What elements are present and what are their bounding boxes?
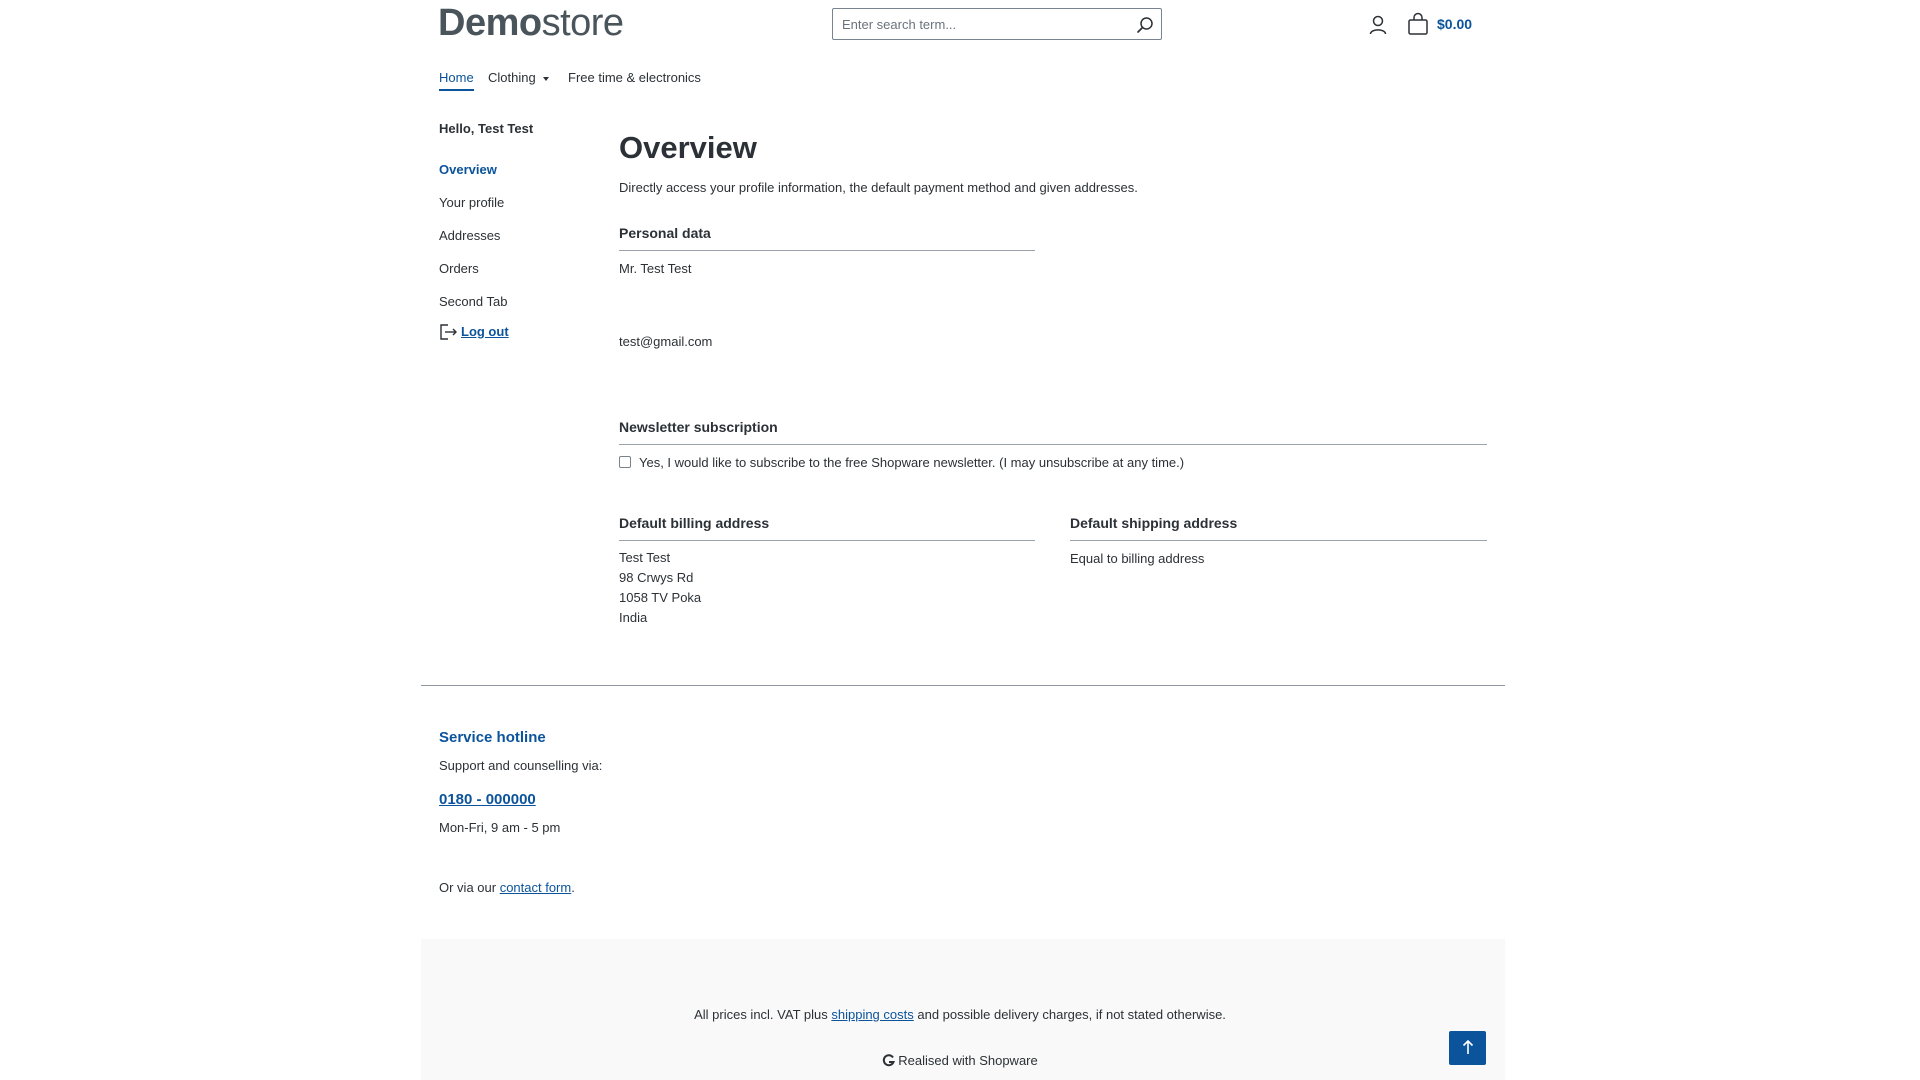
page-description: Directly access your profile information… — [619, 180, 1138, 195]
account-greeting: Hello, Test Test — [439, 121, 534, 136]
page-title: Overview — [619, 130, 757, 165]
newsletter-heading: Newsletter subscription — [619, 419, 1487, 445]
search-box — [832, 8, 1162, 40]
search-input[interactable] — [833, 9, 1122, 39]
cart-icon[interactable] — [1407, 12, 1429, 36]
account-icon[interactable] — [1368, 14, 1388, 36]
billing-address-heading: Default billing address — [619, 515, 1035, 541]
billing-address: Test Test 98 Crwys Rd 1058 TV Poka India — [619, 548, 701, 628]
footer-divider — [421, 685, 1505, 686]
sidebar-item-orders[interactable]: Orders — [439, 261, 479, 276]
logo-bold-text: Demo — [438, 2, 542, 44]
support-text: Support and counselling via: — [439, 758, 603, 773]
nav-clothing-label: Clothing — [488, 70, 536, 85]
vat-suffix: and possible delivery charges, if not st… — [913, 1007, 1226, 1022]
shipping-costs-link[interactable]: shipping costs — [831, 1007, 913, 1022]
nav-clothing[interactable]: Clothing — [488, 70, 549, 85]
contact-prefix: Or via our — [439, 880, 500, 895]
sidebar-item-profile[interactable]: Your profile — [439, 195, 504, 210]
personal-email: test@gmail.com — [619, 334, 713, 349]
shipping-address-text: Equal to billing address — [1070, 551, 1205, 566]
shipping-address-heading: Default shipping address — [1070, 515, 1487, 541]
nav-home[interactable]: Home — [439, 70, 474, 91]
cart-total[interactable]: $0.00 — [1437, 16, 1472, 32]
billing-address-line: India — [619, 610, 648, 625]
search-icon[interactable] — [1135, 15, 1155, 35]
newsletter-checkbox-label[interactable]: Yes, I would like to subscribe to the fr… — [639, 455, 1184, 470]
billing-address-line: 1058 TV Poka — [619, 590, 702, 605]
service-hotline-title: Service hotline — [439, 729, 546, 746]
contact-form-link[interactable]: contact form — [500, 880, 572, 895]
contact-suffix: . — [571, 880, 575, 895]
realised-text: Realised with Shopware — [898, 1053, 1038, 1068]
logout-link[interactable]: Log out — [461, 324, 509, 339]
logo-light-text: store — [541, 2, 624, 44]
personal-name: Mr. Test Test — [619, 261, 692, 276]
logout-icon[interactable] — [439, 323, 459, 341]
nav-free-time-electronics[interactable]: Free time & electronics — [568, 70, 701, 85]
sidebar-item-addresses[interactable]: Addresses — [439, 228, 500, 243]
newsletter-checkbox[interactable] — [619, 456, 631, 468]
sidebar-item-second-tab[interactable]: Second Tab — [439, 294, 507, 309]
chevron-down-icon — [542, 76, 549, 81]
arrow-up-icon — [1461, 1039, 1475, 1058]
hotline-hours: Mon-Fri, 9 am - 5 pm — [439, 820, 561, 835]
vat-notice: All prices incl. VAT plus shipping costs… — [0, 1007, 1920, 1022]
store-logo[interactable]: Demostore — [438, 2, 624, 45]
realised-with[interactable]: Realised with Shopware — [0, 1053, 1920, 1070]
shopware-icon — [882, 1053, 896, 1070]
vat-prefix: All prices incl. VAT plus — [694, 1007, 832, 1022]
personal-data-heading: Personal data — [619, 225, 1035, 251]
billing-address-line: Test Test — [619, 550, 671, 565]
scroll-to-top-button[interactable] — [1449, 1031, 1486, 1065]
billing-address-line: 98 Crwys Rd — [619, 570, 694, 585]
sidebar-item-overview[interactable]: Overview — [439, 162, 497, 177]
contact-text: Or via our contact form. — [439, 880, 575, 895]
hotline-phone-link[interactable]: 0180 - 000000 — [439, 791, 536, 808]
